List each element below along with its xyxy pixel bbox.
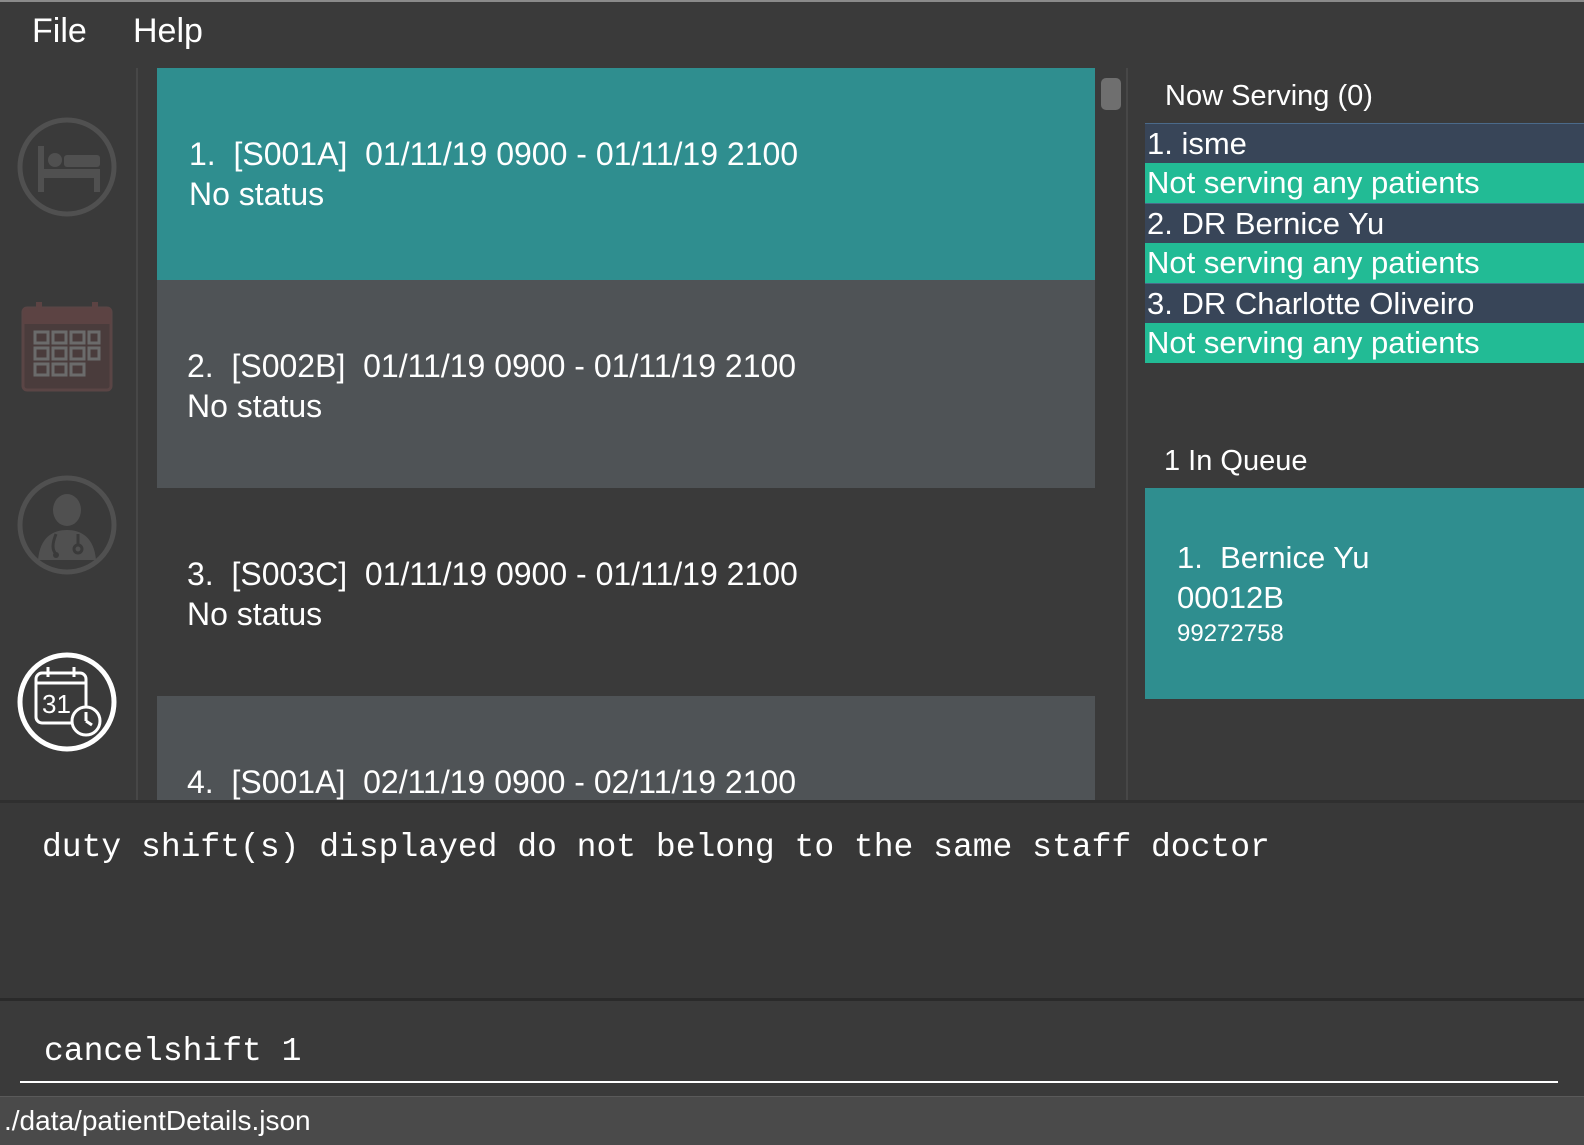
shift-card-4[interactable]: 4. [S001A] 02/11/19 0900 - 02/11/19 2100 <box>157 696 1095 800</box>
room-status-1: Not serving any patients <box>1145 163 1584 203</box>
shift-status: No status <box>187 388 323 424</box>
shift-title: 2. [S002B] 01/11/19 0900 - 01/11/19 2100 <box>187 348 797 384</box>
queue-entry-1[interactable]: 1. Bernice Yu 00012B 99272758 <box>1145 488 1584 699</box>
room-status-2: Not serving any patients <box>1145 243 1584 283</box>
sidebar-item-patients[interactable] <box>16 116 118 218</box>
sidebar-item-shifts[interactable]: 31 <box>16 651 118 753</box>
shift-schedule-icon: 31 <box>17 652 117 752</box>
save-location: ./data/patientDetails.json <box>4 1105 311 1136</box>
queue-patient-phone: 99272758 <box>1177 620 1284 647</box>
doctor-icon <box>17 475 117 575</box>
sidebar-item-appointments[interactable] <box>16 298 118 400</box>
shift-title: 3. [S003C] 01/11/19 0900 - 01/11/19 2100 <box>187 556 798 592</box>
now-serving-title: Now Serving (0) <box>1165 80 1373 112</box>
room-doctor-3[interactable]: 3. DR Charlotte Oliveiro <box>1145 283 1584 323</box>
shift-status: No status <box>187 596 323 632</box>
room-doctor-1[interactable]: 1. isme <box>1145 123 1584 163</box>
command-area <box>0 1001 1584 1096</box>
result-message: duty shift(s) displayed do not belong to… <box>42 829 1270 866</box>
queue-patient-name: 1. Bernice Yu <box>1177 540 1370 575</box>
result-display: duty shift(s) displayed do not belong to… <box>0 803 1584 998</box>
shift-status: No status <box>189 176 325 212</box>
room-status-3: Not serving any patients <box>1145 323 1584 363</box>
sidebar-item-doctors[interactable] <box>16 474 118 576</box>
calendar-icon <box>21 302 113 392</box>
menu-file[interactable]: File <box>32 12 87 51</box>
now-serving-list: 1. isme Not serving any patients 2. DR B… <box>1145 123 1584 363</box>
scrollbar-thumb[interactable] <box>1101 78 1121 110</box>
shift-card-1[interactable]: 1. [S001A] 01/11/19 0900 - 01/11/19 2100… <box>157 68 1095 280</box>
bed-icon <box>17 117 117 217</box>
shift-list-scrollbar[interactable] <box>1095 68 1127 800</box>
menu-bar: File Help <box>0 2 1584 68</box>
shift-card-2[interactable]: 2. [S002B] 01/11/19 0900 - 01/11/19 2100… <box>157 280 1095 488</box>
command-input[interactable] <box>20 1021 1558 1083</box>
shift-title: 1. [S001A] 01/11/19 0900 - 01/11/19 2100 <box>189 136 799 172</box>
queue-patient-id: 00012B <box>1177 580 1284 615</box>
duty-shift-list[interactable]: 1. [S001A] 01/11/19 0900 - 01/11/19 2100… <box>157 68 1095 800</box>
status-bar: ./data/patientDetails.json <box>0 1096 1584 1145</box>
room-doctor-2[interactable]: 2. DR Bernice Yu <box>1145 203 1584 243</box>
shift-schedule-icon-date: 31 <box>42 689 71 719</box>
sidebar-divider <box>136 68 138 800</box>
queue-title: 1 In Queue <box>1164 445 1308 477</box>
shift-title: 4. [S001A] 02/11/19 0900 - 02/11/19 2100 <box>187 764 797 800</box>
shift-card-3[interactable]: 3. [S003C] 01/11/19 0900 - 01/11/19 2100… <box>157 488 1095 696</box>
menu-help[interactable]: Help <box>133 12 203 51</box>
